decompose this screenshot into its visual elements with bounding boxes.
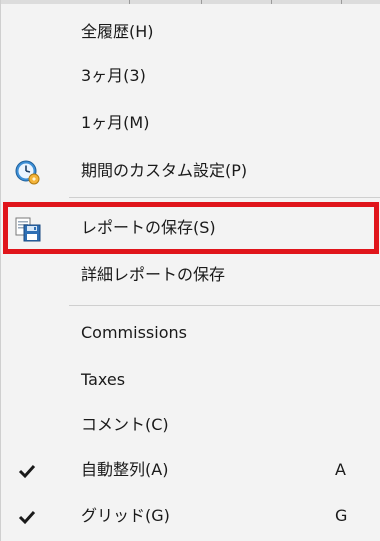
- menu-item-1-month[interactable]: 1ヶ月(M): [1, 101, 380, 145]
- menu-item-label: 全履歴(H): [81, 22, 154, 41]
- menu-item-label: Taxes: [81, 370, 126, 389]
- checkmark-icon: [17, 462, 37, 480]
- menu-item-label: レポートの保存(S): [81, 218, 216, 237]
- menu-item-label: コメント(C): [81, 415, 169, 434]
- menu-item-comment[interactable]: コメント(C): [1, 403, 380, 447]
- menu-item-label: 1ヶ月(M): [81, 113, 150, 132]
- menu-item-all-history[interactable]: 全履歴(H): [1, 10, 380, 54]
- menu-top-edge: [1, 0, 380, 4]
- checkmark-icon: [17, 508, 37, 526]
- clock-calendar-icon: [15, 159, 41, 185]
- menu-item-commissions[interactable]: Commissions: [1, 311, 380, 355]
- menu-separator: [69, 305, 380, 306]
- menu-item-shortcut: G: [335, 506, 348, 525]
- menu-separator: [69, 197, 380, 198]
- save-report-icon: [15, 216, 41, 242]
- menu-item-label: Commissions: [81, 323, 187, 342]
- context-menu: 全履歴(H) 3ヶ月(3) 1ヶ月(M) 期間のカスタム設定(P) レポートの保…: [0, 0, 380, 541]
- menu-item-save-report[interactable]: レポートの保存(S): [1, 206, 380, 250]
- menu-item-label: 3ヶ月(3): [81, 66, 146, 85]
- menu-item-auto-arrange[interactable]: 自動整列(A) A: [1, 448, 380, 492]
- menu-item-taxes[interactable]: Taxes: [1, 358, 380, 402]
- menu-item-3-months[interactable]: 3ヶ月(3): [1, 54, 380, 98]
- menu-item-label: 期間のカスタム設定(P): [81, 161, 248, 180]
- menu-item-custom-period[interactable]: 期間のカスタム設定(P): [1, 149, 380, 193]
- menu-item-grid[interactable]: グリッド(G) G: [1, 494, 380, 538]
- menu-item-shortcut: A: [335, 460, 346, 479]
- menu-item-label: 詳細レポートの保存: [81, 265, 226, 284]
- menu-item-label: 自動整列(A): [81, 460, 169, 479]
- menu-item-save-detailed-report[interactable]: 詳細レポートの保存: [1, 253, 380, 297]
- menu-item-label: グリッド(G): [81, 506, 170, 525]
